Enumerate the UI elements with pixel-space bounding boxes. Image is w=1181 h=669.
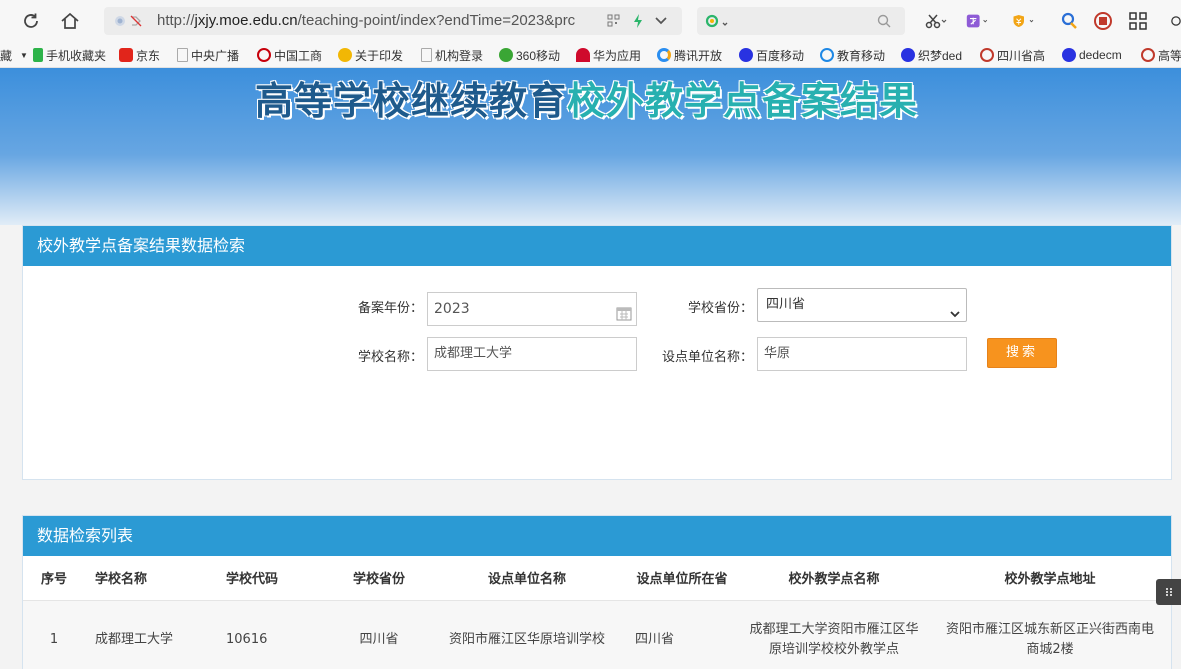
bookmark-item[interactable]: 高等	[1141, 46, 1181, 64]
column-header: 校外教学点地址	[929, 556, 1171, 600]
table-header-row: 序号 学校名称 学校代码 学校省份 设点单位名称 设点单位所在省 校外教学点名称…	[23, 556, 1171, 600]
search-panel: 校外教学点备案结果数据检索 备案年份： 2023 学校省份： 四川省 学校名称：…	[22, 225, 1172, 480]
bookmark-item[interactable]: 藏 ▼	[0, 46, 28, 64]
icbc-icon	[257, 48, 271, 62]
unit-label: 设点单位名称：	[661, 350, 753, 365]
table-cell: 成都理工大学资阳市雁江区华原培训学校校外教学点	[739, 599, 929, 669]
province-select[interactable]: 四川省	[757, 288, 967, 322]
side-toolbar-tab[interactable]	[1156, 579, 1181, 605]
caret-down-icon: ▼	[20, 50, 28, 60]
grip-icon	[1165, 588, 1172, 596]
table-cell: 10616	[222, 599, 329, 669]
bookmark-item[interactable]: 织梦ded	[901, 46, 962, 64]
baidu-icon	[901, 48, 915, 62]
snowflake-icon	[820, 48, 834, 62]
browser-toolbar: http://jxjy.moe.edu.cn/teaching-point/in…	[0, 0, 1181, 42]
url-text: http://jxjy.moe.edu.cn/teaching-point/in…	[157, 12, 576, 29]
page-banner: 高等学校继续教育校外教学点备案结果	[0, 68, 1181, 225]
search-icon[interactable]	[877, 14, 891, 32]
badge-icon	[338, 48, 352, 62]
table-cell: 成都理工大学	[85, 599, 222, 669]
tencent-icon	[657, 48, 671, 62]
page-title: 高等学校继续教育校外教学点备案结果	[255, 79, 919, 123]
province-label: 学校省份：	[687, 301, 753, 316]
column-header: 学校代码	[222, 556, 329, 600]
extension-icon[interactable]	[1091, 9, 1115, 33]
phone-icon	[33, 48, 43, 62]
year-input[interactable]: 2023	[427, 292, 637, 326]
jd-icon	[119, 48, 133, 62]
bookmark-item[interactable]: 教育移动	[820, 46, 885, 64]
bookmark-item[interactable]: 中国工商	[257, 46, 322, 64]
calendar-icon[interactable]	[616, 301, 632, 333]
column-header: 校外教学点名称	[739, 556, 929, 600]
360-icon	[499, 48, 513, 62]
bookmark-item[interactable]: 四川省高	[980, 46, 1045, 64]
lightning-icon[interactable]	[632, 13, 644, 33]
shield-icon[interactable]	[1012, 9, 1036, 33]
sichuan-icon	[980, 48, 994, 62]
bookmark-item[interactable]: 360移动	[499, 46, 560, 64]
table-cell: 资阳市雁江区城东新区正兴街西南电商城2楼	[929, 599, 1171, 669]
baidu-icon	[739, 48, 753, 62]
column-header: 学校省份	[329, 556, 429, 600]
chevron-down-icon[interactable]	[654, 15, 668, 30]
home-icon[interactable]	[58, 9, 82, 33]
baidu-icon	[1062, 48, 1076, 62]
reload-icon[interactable]	[19, 9, 43, 33]
results-panel: 数据检索列表 序号 学校名称 学校代码 学校省份 设点单位名称 设点单位所在省 …	[22, 515, 1172, 669]
bookmark-item[interactable]: 京东	[119, 46, 160, 64]
chevron-down-icon	[950, 300, 960, 332]
school-value: 成都理工大学	[434, 346, 513, 361]
bookmark-item[interactable]: 百度移动	[739, 46, 804, 64]
settings-icon[interactable]	[1166, 9, 1181, 33]
column-header: 设点单位名称	[429, 556, 625, 600]
bookmark-item[interactable]: 腾讯开放	[657, 46, 722, 64]
results-panel-title: 数据检索列表	[23, 516, 1171, 556]
huawei-icon	[576, 48, 590, 62]
table-row: 1 成都理工大学 10616 四川省 资阳市雁江区华原培训学校 四川省 成都理工…	[23, 599, 1171, 669]
year-label: 备案年份：	[357, 301, 423, 316]
column-header: 学校名称	[85, 556, 222, 600]
site-info-icon[interactable]	[114, 14, 146, 32]
qr-code-icon[interactable]	[607, 14, 620, 31]
translate-icon[interactable]	[966, 9, 990, 33]
school-input[interactable]: 成都理工大学	[427, 337, 637, 371]
school-label: 学校名称：	[357, 350, 423, 365]
page-icon	[421, 48, 432, 62]
column-header: 序号	[23, 556, 85, 600]
bookmark-item[interactable]: 手机收藏夹	[33, 46, 106, 64]
bookmarks-bar: 藏 ▼ 手机收藏夹 京东 中央广播 中国工商 关于印发 机构登录 360移动 华为…	[0, 42, 1181, 68]
user-search-icon[interactable]	[1057, 9, 1081, 33]
table-cell: 资阳市雁江区华原培训学校	[429, 599, 625, 669]
column-header: 设点单位所在省	[625, 556, 739, 600]
browser-search-box[interactable]	[697, 7, 905, 35]
bookmark-item[interactable]: 华为应用	[576, 46, 641, 64]
search-button[interactable]: 搜索	[987, 338, 1057, 368]
results-table: 序号 学校名称 学校代码 学校省份 设点单位名称 设点单位所在省 校外教学点名称…	[23, 556, 1171, 669]
province-value: 四川省	[766, 297, 806, 312]
scissors-icon[interactable]	[924, 9, 948, 33]
apps-grid-icon[interactable]	[1126, 9, 1150, 33]
bookmark-item[interactable]: dedecm	[1062, 46, 1122, 64]
search-engine-icon[interactable]	[705, 13, 729, 33]
unit-value: 华原	[764, 346, 791, 361]
unit-input[interactable]: 华原	[757, 337, 967, 371]
sichuan-icon	[1141, 48, 1155, 62]
bookmark-item[interactable]: 机构登录	[421, 46, 483, 64]
bookmark-item[interactable]: 关于印发	[338, 46, 403, 64]
table-cell: 四川省	[329, 599, 429, 669]
search-panel-title: 校外教学点备案结果数据检索	[23, 226, 1171, 266]
address-bar[interactable]: http://jxjy.moe.edu.cn/teaching-point/in…	[104, 7, 682, 35]
table-cell: 1	[23, 599, 85, 669]
table-cell: 四川省	[625, 599, 739, 669]
bookmark-item[interactable]: 中央广播	[177, 46, 239, 64]
year-value: 2023	[434, 301, 470, 317]
page-icon	[177, 48, 188, 62]
